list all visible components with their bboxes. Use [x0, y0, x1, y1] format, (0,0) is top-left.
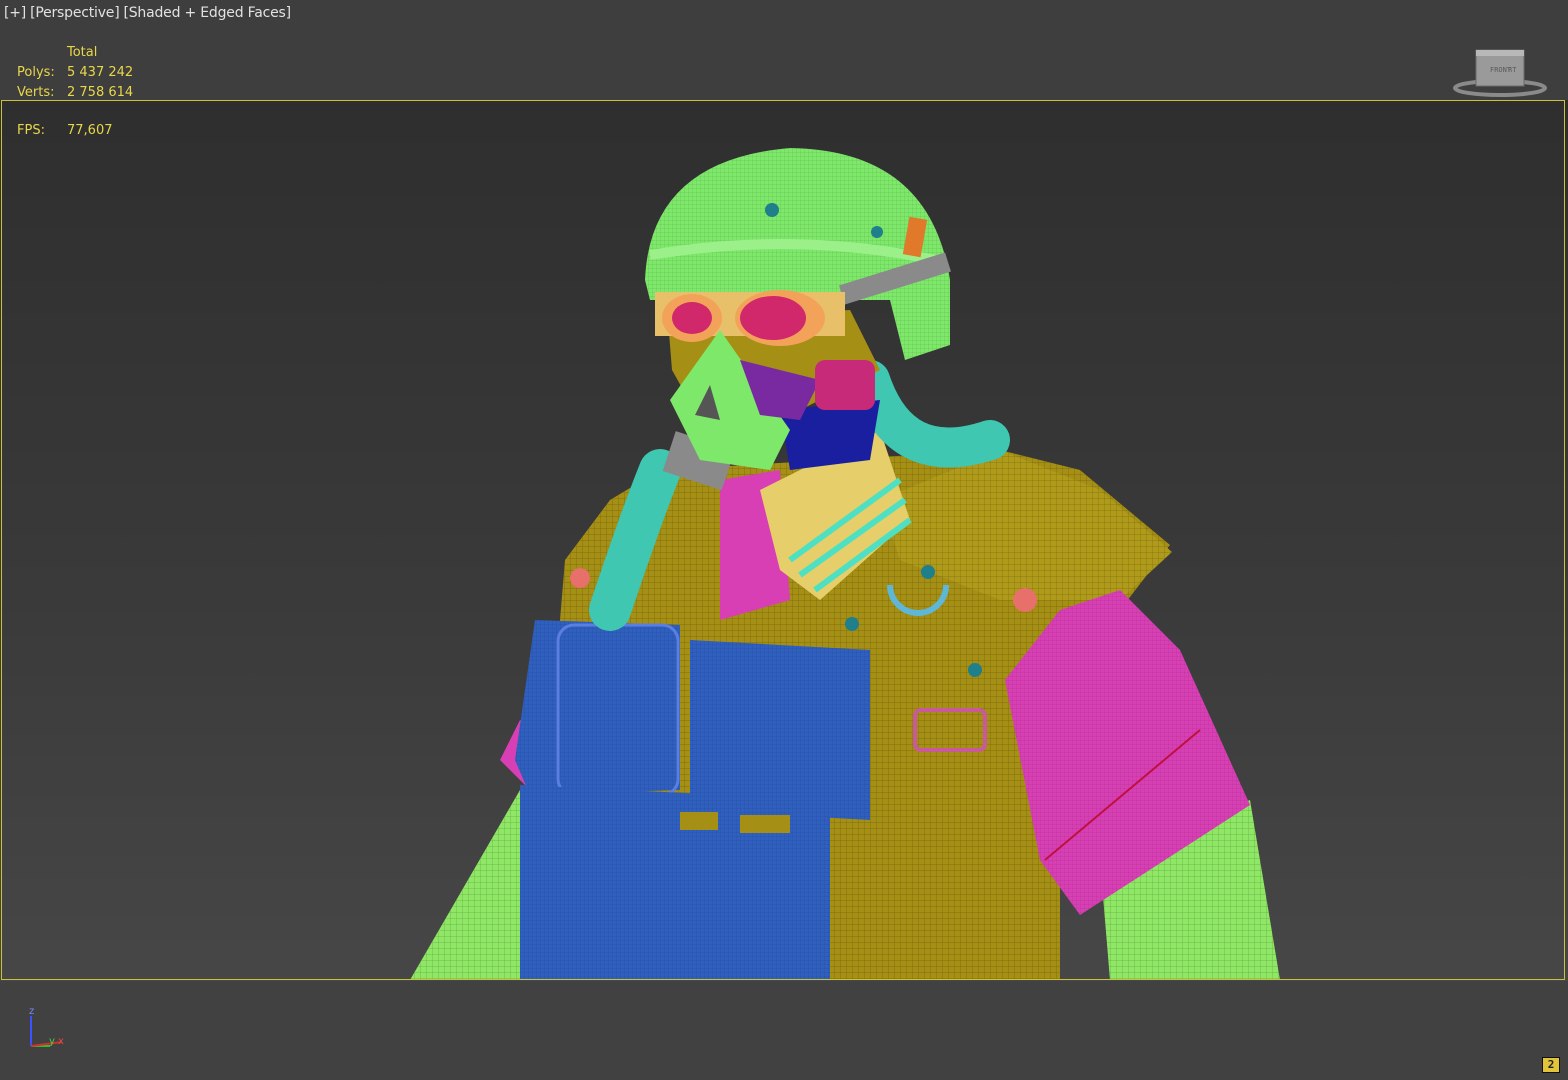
soldier-model-render[interactable] [0, 0, 1568, 1080]
viewport-shading-menu[interactable]: [Shaded + Edged Faces] [123, 5, 291, 21]
polys-value: 5 437 242 [67, 65, 134, 80]
axis-x-label: x [58, 1036, 64, 1047]
fps-readout: FPS: 77,607 [17, 123, 113, 138]
right-tube [850, 360, 1010, 468]
goggle-lens [740, 296, 806, 340]
viewport-perspective[interactable]: [+] [Perspective] [Shaded + Edged Faces] T… [0, 0, 1568, 1080]
verts-value: 2 758 614 [67, 85, 134, 100]
viewcube-right-face[interactable]: RT [1508, 66, 1517, 74]
viewport-layout-badge[interactable]: 2 [1542, 1057, 1560, 1073]
polys-label: Polys: [17, 65, 55, 80]
viewport-plus-menu[interactable]: [+] [4, 5, 26, 21]
viewport-view-menu[interactable]: [Perspective] [30, 5, 120, 21]
fps-label: FPS: [17, 123, 45, 138]
viewport-label-menu[interactable]: [+] [Perspective] [Shaded + Edged Faces] [4, 5, 295, 21]
statistics-panel: Total Polys: 5 437 242 Verts: 2 758 614 [17, 43, 133, 103]
viewcube[interactable]: FRONT RT [1452, 46, 1548, 98]
verts-label: Verts: [17, 85, 55, 100]
axis-tripod: z y x [29, 1006, 64, 1047]
stats-header: Total [67, 45, 98, 60]
fps-value: 77,607 [67, 123, 113, 138]
mask-filter [815, 360, 875, 410]
axis-z-label: z [29, 1006, 34, 1017]
axis-y-label: y [49, 1036, 55, 1047]
